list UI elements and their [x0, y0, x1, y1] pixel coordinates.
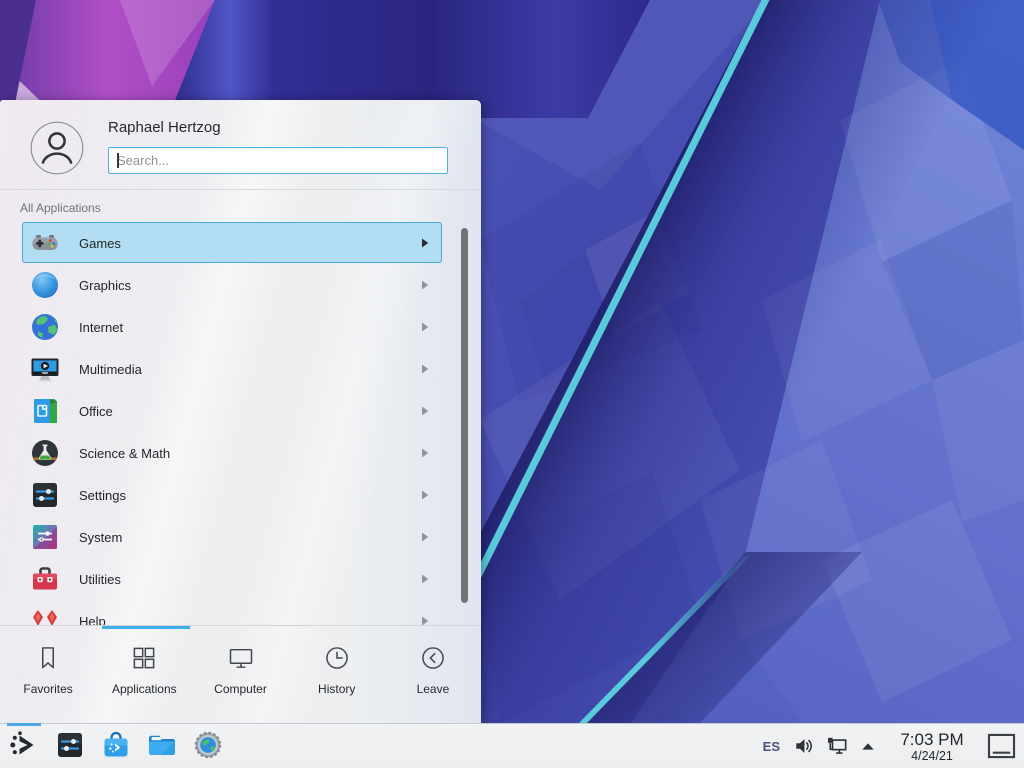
footer-tab-history[interactable]: History [289, 629, 385, 723]
chevron-right-icon [421, 616, 429, 625]
keyboard-layout-indicator[interactable]: ES [763, 739, 780, 754]
help-icon [29, 605, 61, 625]
footer-tab-favorites[interactable]: Favorites [0, 629, 96, 723]
leave-icon [419, 644, 447, 672]
footer-tab-leave[interactable]: Leave [385, 629, 481, 723]
text-cursor [117, 153, 119, 168]
chevron-right-icon [421, 280, 429, 290]
clock-time: 7:03 PM [889, 730, 975, 749]
category-row-internet[interactable]: Internet [0, 306, 481, 348]
utilities-icon [29, 563, 61, 595]
volume-icon[interactable] [794, 736, 814, 756]
chevron-right-icon [421, 406, 429, 416]
category-label: Internet [79, 320, 123, 335]
system-tray: ES 7:03 PM 4/24/21 [763, 724, 1016, 768]
user-name: Raphael Hertzog [108, 119, 221, 136]
category-label: System [79, 530, 122, 545]
system-icon [29, 521, 61, 553]
history-icon [323, 644, 351, 672]
category-label: Science & Math [79, 446, 170, 461]
office-icon [29, 395, 61, 427]
network-icon[interactable] [826, 736, 849, 756]
clock[interactable]: 7:03 PM 4/24/21 [889, 730, 975, 763]
section-label: All Applications [20, 201, 101, 215]
pinned-apps [8, 729, 224, 761]
tab-label: History [318, 682, 355, 696]
category-label: Utilities [79, 572, 121, 587]
category-label: Office [79, 404, 113, 419]
desktop: Raphael Hertzog All Applications Games Gr… [0, 0, 1024, 768]
category-row-utilities[interactable]: Utilities [0, 558, 481, 600]
category-row-help[interactable]: Help [0, 600, 481, 625]
taskbar-app-system-settings[interactable] [54, 729, 86, 761]
task-panel: ES 7:03 PM 4/24/21 [0, 723, 1024, 768]
chevron-right-icon [421, 364, 429, 374]
list-scrollbar[interactable] [461, 228, 468, 603]
taskbar-app-application-launcher[interactable] [8, 729, 40, 761]
chevron-right-icon [421, 574, 429, 584]
category-label: Graphics [79, 278, 131, 293]
footer-divider [0, 625, 481, 626]
category-list: Games Graphics Internet Multimedia Office Sci… [0, 222, 481, 625]
category-label: Settings [79, 488, 126, 503]
taskbar-app-discover[interactable] [100, 729, 132, 761]
category-row-multimedia[interactable]: Multimedia [0, 348, 481, 390]
taskbar-app-file-manager[interactable] [146, 729, 178, 761]
expand-tray-icon[interactable] [861, 742, 875, 751]
search-input[interactable] [108, 147, 448, 174]
chevron-right-icon [421, 490, 429, 500]
show-desktop-button[interactable] [987, 733, 1016, 759]
category-row-games[interactable]: Games [0, 222, 481, 264]
category-label: Help [79, 614, 106, 625]
games-icon [29, 227, 61, 259]
tab-label: Favorites [23, 682, 72, 696]
internet-icon [29, 311, 61, 343]
graphics-icon [29, 269, 61, 301]
footer-tab-bar: Favorites Applications Computer History Leav… [0, 629, 481, 723]
footer-tab-applications[interactable]: Applications [96, 629, 192, 723]
applications-icon [130, 644, 158, 672]
clock-date: 4/24/21 [889, 749, 975, 763]
category-row-system[interactable]: System [0, 516, 481, 558]
chevron-right-icon [421, 238, 429, 248]
category-row-graphics[interactable]: Graphics [0, 264, 481, 306]
application-launcher-popup: Raphael Hertzog All Applications Games Gr… [0, 100, 481, 723]
category-row-science-math[interactable]: Science & Math [0, 432, 481, 474]
category-row-office[interactable]: Office [0, 390, 481, 432]
launcher-header: Raphael Hertzog [0, 100, 481, 190]
settings-icon [29, 479, 61, 511]
taskbar-app-web-browser[interactable] [192, 729, 224, 761]
chevron-right-icon [421, 322, 429, 332]
favorites-icon [34, 644, 62, 672]
user-avatar-icon[interactable] [30, 121, 84, 175]
computer-icon [227, 644, 255, 672]
tab-label: Leave [417, 682, 450, 696]
science-icon [29, 437, 61, 469]
multimedia-icon [29, 353, 61, 385]
category-label: Multimedia [79, 362, 142, 377]
category-row-settings[interactable]: Settings [0, 474, 481, 516]
chevron-right-icon [421, 532, 429, 542]
tab-label: Computer [214, 682, 267, 696]
footer-tab-computer[interactable]: Computer [192, 629, 288, 723]
tray-icons [794, 736, 887, 756]
chevron-right-icon [421, 448, 429, 458]
tab-label: Applications [112, 682, 177, 696]
category-label: Games [79, 236, 121, 251]
